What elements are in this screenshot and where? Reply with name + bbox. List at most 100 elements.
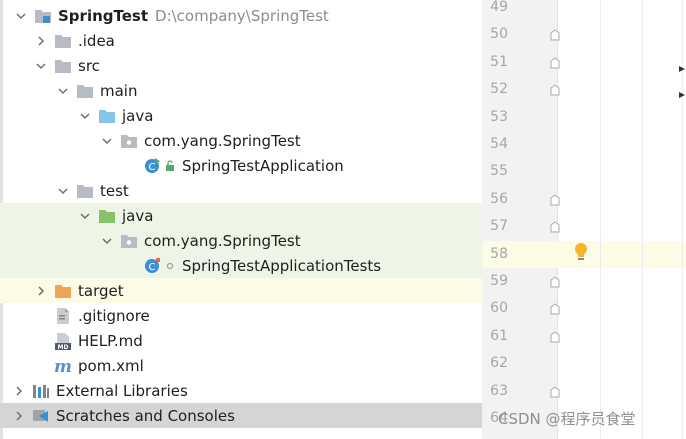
tree-row-test-java[interactable]: java bbox=[0, 203, 482, 228]
package-icon bbox=[120, 132, 138, 150]
chevron-down-icon[interactable] bbox=[78, 109, 92, 123]
chevron-down-icon[interactable] bbox=[56, 184, 70, 198]
access-modifier-icon bbox=[164, 157, 176, 175]
tree-row-spring-test-application-tests[interactable]: C SpringTestApplicationTests bbox=[0, 253, 482, 278]
tree-item-label: SpringTestApplication bbox=[182, 156, 344, 175]
project-root-path: D:\company\SpringTest bbox=[155, 6, 329, 25]
intention-bulb-icon[interactable] bbox=[574, 242, 588, 266]
chevron-down-icon[interactable] bbox=[78, 209, 92, 223]
test-class-icon: C bbox=[144, 257, 162, 275]
tree-row-external-libraries[interactable]: External Libraries bbox=[0, 378, 482, 403]
tree-item-label: .gitignore bbox=[78, 306, 150, 325]
marker-icon bbox=[679, 84, 685, 102]
chevron-down-icon[interactable] bbox=[100, 134, 114, 148]
tree-item-label: Scratches and Consoles bbox=[56, 406, 235, 425]
fold-marker-icon[interactable] bbox=[550, 276, 560, 288]
test-source-folder-icon bbox=[98, 207, 116, 225]
chevron-right-icon[interactable] bbox=[12, 409, 26, 423]
tree-item-label: External Libraries bbox=[56, 381, 188, 400]
fold-marker-icon[interactable] bbox=[550, 29, 560, 41]
fold-marker-icon[interactable] bbox=[550, 194, 560, 206]
svg-text:C: C bbox=[149, 262, 156, 273]
tree-row-scratches-and-consoles[interactable]: Scratches and Consoles bbox=[0, 403, 482, 428]
maven-file-icon: m bbox=[54, 357, 72, 375]
tree-item-label: com.yang.SpringTest bbox=[144, 231, 301, 250]
package-icon bbox=[120, 232, 138, 250]
svg-text:C: C bbox=[149, 162, 156, 173]
tree-row-src[interactable]: src bbox=[0, 53, 482, 78]
indent-guide bbox=[600, 0, 601, 439]
marker-icon bbox=[679, 58, 685, 76]
line-number: 53 bbox=[490, 108, 508, 125]
line-number: 57 bbox=[490, 218, 508, 235]
line-number: 55 bbox=[490, 163, 508, 180]
fold-marker-icon[interactable] bbox=[550, 331, 560, 343]
folder-icon bbox=[54, 32, 72, 50]
tree-item-label: test bbox=[100, 181, 129, 200]
chevron-down-icon[interactable] bbox=[56, 84, 70, 98]
tree-item-label: pom.xml bbox=[78, 356, 144, 375]
package-private-icon bbox=[164, 257, 176, 275]
excluded-folder-icon bbox=[54, 282, 72, 300]
tree-row-spring-test-application[interactable]: C SpringTestApplication bbox=[0, 153, 482, 178]
folder-icon bbox=[54, 57, 72, 75]
fold-marker-icon[interactable] bbox=[550, 221, 560, 233]
tree-item-label: main bbox=[100, 81, 138, 100]
project-root-name: SpringTest bbox=[58, 6, 149, 25]
watermark: CSDN @程序员食堂 bbox=[498, 410, 636, 428]
line-number: 59 bbox=[490, 273, 508, 289]
indent-guide bbox=[642, 0, 643, 439]
fold-marker-icon[interactable] bbox=[550, 84, 560, 96]
markdown-file-icon: MD bbox=[54, 332, 72, 350]
chevron-down-icon[interactable] bbox=[100, 234, 114, 248]
source-folder-icon bbox=[98, 107, 116, 125]
fold-marker-icon[interactable] bbox=[550, 57, 560, 69]
folder-icon bbox=[76, 82, 94, 100]
tree-item-label: java bbox=[122, 206, 154, 225]
ignore-file-icon bbox=[54, 307, 72, 325]
line-number: 62 bbox=[490, 355, 508, 372]
tree-item-label: target bbox=[78, 281, 124, 300]
svg-text:m: m bbox=[54, 358, 72, 374]
spring-boot-class-icon: C bbox=[144, 157, 162, 175]
editor-pane[interactable]: 49 50 51 52 53 54 55 56 57 58 59 60 61 62 63 64 bbox=[482, 0, 686, 439]
line-number: 49 bbox=[490, 0, 508, 15]
tree-row-main-java[interactable]: java bbox=[0, 103, 482, 128]
tree-item-label: HELP.md bbox=[78, 331, 143, 350]
tree-row-test-package[interactable]: com.yang.SpringTest bbox=[0, 228, 482, 253]
tree-row-gitignore[interactable]: .gitignore bbox=[0, 303, 482, 328]
line-number: 52 bbox=[490, 81, 508, 98]
line-number: 56 bbox=[490, 190, 508, 207]
line-number: 61 bbox=[490, 327, 508, 344]
line-number: 54 bbox=[490, 136, 508, 152]
line-number: 63 bbox=[490, 382, 508, 399]
fold-marker-icon[interactable] bbox=[550, 385, 560, 398]
tree-row-main-package[interactable]: com.yang.SpringTest bbox=[0, 128, 482, 153]
tree-row-test[interactable]: test bbox=[0, 178, 482, 203]
tree-item-label: .idea bbox=[78, 31, 115, 50]
tree-row-project-root[interactable]: SpringTest D:\company\SpringTest bbox=[0, 3, 482, 28]
svg-text:MD: MD bbox=[58, 344, 69, 350]
chevron-down-icon[interactable] bbox=[14, 9, 28, 23]
project-tree: SpringTest D:\company\SpringTest .idea s… bbox=[0, 0, 482, 439]
chevron-down-icon[interactable] bbox=[34, 59, 48, 73]
fold-marker-icon[interactable] bbox=[550, 303, 560, 315]
libraries-icon bbox=[32, 382, 50, 400]
chevron-right-icon[interactable] bbox=[12, 384, 26, 398]
line-number: 60 bbox=[490, 300, 508, 317]
tree-row-target[interactable]: target bbox=[0, 278, 482, 303]
tree-item-label: SpringTestApplicationTests bbox=[182, 256, 382, 275]
chevron-right-icon[interactable] bbox=[34, 284, 48, 298]
tree-item-label: com.yang.SpringTest bbox=[144, 131, 301, 150]
tree-row-main[interactable]: main bbox=[0, 78, 482, 103]
tree-row-pom-xml[interactable]: m pom.xml bbox=[0, 353, 482, 378]
folder-icon bbox=[76, 182, 94, 200]
chevron-right-icon[interactable] bbox=[34, 34, 48, 48]
tree-row-idea[interactable]: .idea bbox=[0, 28, 482, 53]
scratches-icon bbox=[32, 407, 50, 425]
line-number: 50 bbox=[490, 26, 508, 43]
tree-item-label: src bbox=[78, 56, 100, 75]
tree-row-help-md[interactable]: MD HELP.md bbox=[0, 328, 482, 353]
line-number: 58 bbox=[490, 245, 508, 262]
tree-item-label: java bbox=[122, 106, 154, 125]
